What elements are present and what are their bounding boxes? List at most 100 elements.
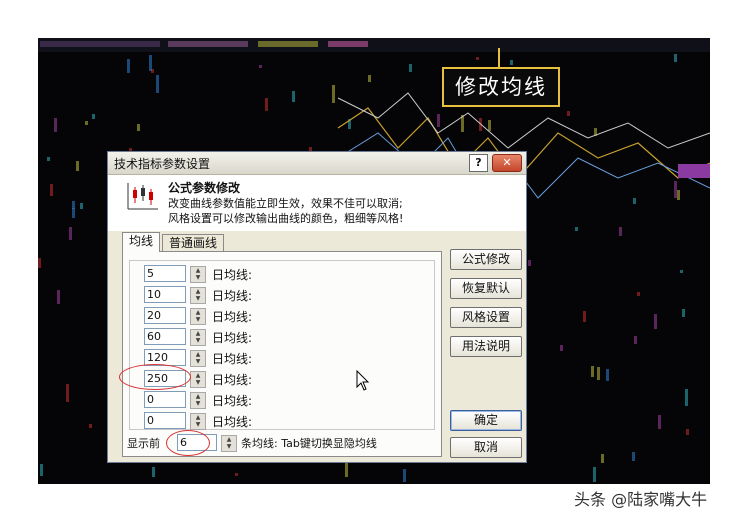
backdrop-candle [583,311,586,322]
param-input-2[interactable]: 10 [144,286,186,303]
backdrop-candle [674,54,677,62]
backdrop-candle [677,190,680,200]
display-prefix: 显示前 [127,437,160,450]
backdrop-candle [634,336,637,344]
param-spinner-2[interactable]: ▲ ▼ [190,287,206,304]
param-label-8: 日均线: [212,415,253,429]
param-input-4[interactable]: 60 [144,328,186,345]
backdrop-candle [686,429,689,435]
backdrop-candle [92,114,95,119]
backdrop-candle [409,64,412,72]
mouse-cursor-icon [356,370,370,391]
backdrop-candle [591,366,594,377]
backdrop-candle [156,75,159,93]
backdrop-candle [476,57,479,60]
param-spinner-8[interactable]: ▲ ▼ [190,413,206,430]
candlestick-icon [127,183,158,210]
backdrop-candle [149,55,152,71]
backdrop-candle [674,181,677,198]
highlight-oval-count [166,430,210,456]
backdrop-candle [89,424,92,428]
param-spinner-4[interactable]: ▲ ▼ [190,329,206,346]
backdrop-candle [597,367,600,380]
backdrop-candle [38,258,41,268]
backdrop-candle [292,91,295,102]
backdrop-candle [575,227,578,231]
formula-edit-button[interactable]: 公式修改 [450,249,522,270]
dialog-header: 公式参数修改 改变曲线参数值能立即生效，效果不佳可以取消; 风格设置可以修改输出… [108,175,526,231]
backdrop-candle [47,157,50,161]
backdrop-candle [606,369,609,381]
backdrop-candle [57,290,60,304]
backdrop-candle [235,473,238,476]
backdrop-candle [685,389,688,406]
param-label-5: 日均线: [212,352,253,366]
display-count-spinner[interactable]: ▲ ▼ [221,435,237,452]
param-spinner-6[interactable]: ▲ ▼ [190,371,206,388]
backdrop-candle [50,184,53,196]
backdrop-candle [76,161,79,171]
backdrop-candle [619,227,622,236]
backdrop-candle [40,464,43,476]
backdrop-candle [680,270,683,273]
style-settings-button[interactable]: 风格设置 [450,307,522,328]
backdrop-candle [560,345,563,351]
param-spinner-3[interactable]: ▲ ▼ [190,308,206,325]
backdrop-candle [437,114,440,127]
params-group: 5 ▲ ▼ 日均线: 10 ▲ ▼ 日均线: 20 ▲ ▼ 日均线: 60 ▲ ▼ 日均… [129,260,435,430]
header-description-2: 风格设置可以修改输出曲线的颜色，粗细等风格! [168,212,404,225]
callout-pointer [498,48,500,67]
param-input-3[interactable]: 20 [144,307,186,324]
backdrop-candle [368,75,371,82]
param-label-2: 日均线: [212,289,253,303]
backdrop-candle [66,384,69,402]
backdrop-candle [80,203,83,209]
backdrop-candle [488,120,491,131]
backdrop-candle [593,467,596,482]
backdrop-candle [152,467,155,477]
restore-default-button[interactable]: 恢复默认 [450,278,522,299]
backdrop-candle [69,227,72,240]
backdrop-candle [265,98,268,111]
backdrop-candle [637,292,640,296]
param-input-8[interactable]: 0 [144,412,186,429]
usage-notes-button[interactable]: 用法说明 [450,336,522,357]
tab-normal-drawing[interactable]: 普通画线 [162,234,225,252]
backdrop-candle [332,85,335,103]
backdrop-candle [54,118,57,132]
params-panel: 5 ▲ ▼ 日均线: 10 ▲ ▼ 日均线: 20 ▲ ▼ 日均线: 60 ▲ ▼ 日均… [122,251,442,457]
display-suffix: 条均线: Tab键切换显隐均线 [241,437,377,450]
header-description-1: 改变曲线参数值能立即生效，效果不佳可以取消; [168,197,403,210]
backdrop-candle [259,65,262,68]
param-label-6: 日均线: [212,373,253,387]
close-button[interactable]: ✕ [492,154,522,172]
tab-moving-average[interactable]: 均线 [122,232,161,252]
param-spinner-5[interactable]: ▲ ▼ [190,350,206,367]
header-title: 公式参数修改 [168,181,241,195]
backdrop-candle [137,124,140,131]
backdrop-candle [510,60,513,65]
backdrop-candle [658,415,661,429]
watermark: 头条 @陆家嘴大牛 [574,490,708,509]
param-spinner-7[interactable]: ▲ ▼ [190,392,206,409]
help-button[interactable]: ? [469,154,488,172]
backdrop-candle [601,454,604,463]
backdrop-candle [528,260,531,266]
modify-ma-callout: 修改均线 [442,67,560,107]
backdrop-candle [127,59,130,73]
backdrop-candle [632,452,635,461]
backdrop-candle [72,208,75,218]
param-input-1[interactable]: 5 [144,265,186,282]
param-label-3: 日均线: [212,310,253,324]
backdrop-candle [567,111,570,116]
param-input-7[interactable]: 0 [144,391,186,408]
param-spinner-1[interactable]: ▲ ▼ [190,266,206,283]
backdrop-candle [403,469,406,482]
backdrop-candle [85,121,88,125]
backdrop-candle [633,198,636,204]
cancel-button[interactable]: 取消 [450,437,522,458]
ok-button[interactable]: 确定 [450,410,522,431]
param-label-7: 日均线: [212,394,253,408]
highlight-oval-250 [119,364,191,390]
dialog-titlebar[interactable]: 技术指标参数设置 ? ✕ [108,152,526,175]
